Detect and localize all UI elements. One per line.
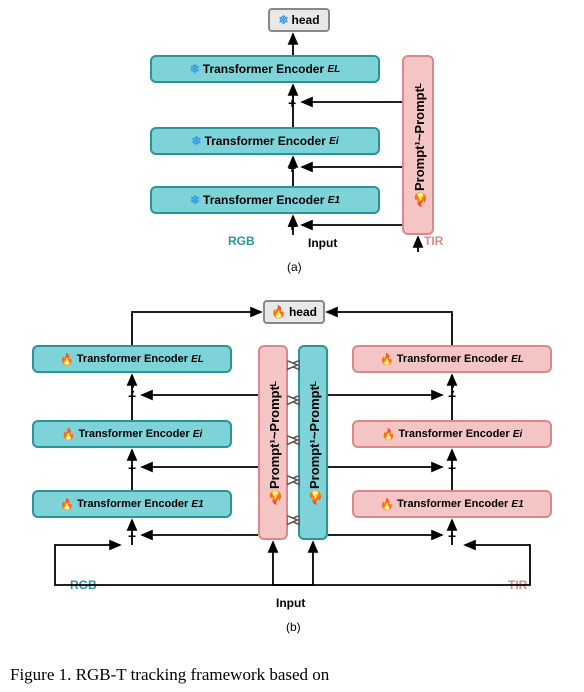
- figure-caption: Figure 1. RGB-T tracking framework based…: [10, 665, 329, 685]
- encoder-i-b-right: 🔥 Transformer Encoder Ei: [352, 420, 552, 448]
- encoder-1-a: ❄ Transformer Encoder E 1: [150, 186, 380, 214]
- enc-idx: 1: [334, 195, 340, 206]
- encoder-L-a: ❄ Transformer Encoder E L: [150, 55, 380, 83]
- fire-icon: 🔥: [60, 353, 74, 366]
- prompt-label: Prompt¹~Promptᴸ: [267, 381, 282, 489]
- enc-text: Transformer Encoder: [203, 62, 324, 76]
- enc-idx: 1: [518, 499, 524, 510]
- fire-icon: 🔥: [267, 489, 282, 505]
- encoder-L-b-right: 🔥 Transformer Encoder EL: [352, 345, 552, 373]
- prompt-label: Prompt¹~Promptᴸ: [307, 381, 322, 489]
- encoder-i-b-left: 🔥 Transformer Encoder Ei: [32, 420, 232, 448]
- tir-label-a: TIR: [424, 234, 443, 248]
- subfig-label-b: (b): [286, 620, 301, 634]
- head-label-a: head: [292, 13, 320, 27]
- head-box-b: 🔥 head: [263, 300, 325, 324]
- enc-idx: L: [518, 354, 524, 365]
- plus-icon: +: [448, 460, 456, 476]
- encoder-i-a: ❄ Transformer Encoder E i: [150, 127, 380, 155]
- plus-icon: +: [128, 388, 136, 404]
- head-label-b: head: [289, 305, 317, 319]
- prompt-right-b: 🔥Prompt¹~Promptᴸ: [298, 345, 328, 540]
- snowflake-icon: ❄: [191, 134, 201, 148]
- fire-icon: 🔥: [382, 428, 396, 441]
- prompt-label: Prompt¹~Promptᴸ: [412, 83, 427, 191]
- plus-icon: +: [288, 95, 296, 111]
- enc-sup: E: [328, 195, 335, 206]
- enc-text: Transformer Encoder: [78, 428, 189, 440]
- plus-icon: +: [288, 218, 296, 234]
- enc-text: Transformer Encoder: [203, 193, 324, 207]
- plus-icon: +: [448, 528, 456, 544]
- fire-icon: 🔥: [60, 498, 74, 511]
- enc-text: Transformer Encoder: [397, 353, 508, 365]
- enc-sup: E: [511, 354, 518, 365]
- enc-idx: i: [519, 429, 522, 440]
- snowflake-icon: ❄: [190, 62, 200, 76]
- enc-sup: E: [513, 429, 520, 440]
- enc-idx: i: [336, 136, 339, 147]
- plus-icon: +: [128, 460, 136, 476]
- figure: ❄ head ❄ Transformer Encoder E L ⋮ ❄ Tra…: [0, 0, 584, 692]
- encoder-1-b-right: 🔥 Transformer Encoder E1: [352, 490, 552, 518]
- rgb-label-b: RGB: [70, 578, 97, 592]
- enc-sup: E: [191, 354, 198, 365]
- prompt-box-a: 🔥Prompt¹~Promptᴸ: [402, 55, 434, 235]
- snowflake-icon: ❄: [278, 13, 288, 27]
- subfig-label-a: (a): [287, 260, 302, 274]
- plus-icon: +: [128, 528, 136, 544]
- fire-icon: 🔥: [307, 489, 322, 505]
- enc-text: Transformer Encoder: [398, 428, 509, 440]
- plus-icon: +: [288, 160, 296, 176]
- enc-sup: E: [329, 136, 336, 147]
- fire-icon: 🔥: [380, 498, 394, 511]
- enc-sup: E: [328, 64, 335, 75]
- plus-icon: +: [448, 388, 456, 404]
- enc-idx: L: [198, 354, 204, 365]
- fire-icon: 🔥: [380, 353, 394, 366]
- head-box-a: ❄ head: [268, 8, 330, 32]
- snowflake-icon: ❄: [190, 193, 200, 207]
- enc-idx: L: [334, 64, 340, 75]
- enc-sup: E: [191, 499, 198, 510]
- encoder-1-b-left: 🔥 Transformer Encoder E1: [32, 490, 232, 518]
- tir-label-b: TIR: [508, 578, 527, 592]
- enc-text: Transformer Encoder: [204, 134, 325, 148]
- enc-sup: E: [193, 429, 200, 440]
- input-label-b: Input: [276, 596, 305, 610]
- enc-text: Transformer Encoder: [77, 353, 188, 365]
- fire-icon: 🔥: [271, 305, 286, 319]
- prompt-left-b: 🔥Prompt¹~Promptᴸ: [258, 345, 288, 540]
- enc-idx: i: [199, 429, 202, 440]
- enc-text: Transformer Encoder: [397, 498, 508, 510]
- fire-icon: 🔥: [62, 428, 76, 441]
- fire-icon: 🔥: [412, 191, 427, 207]
- enc-idx: 1: [198, 499, 204, 510]
- input-label-a: Input: [308, 236, 337, 250]
- enc-sup: E: [511, 499, 518, 510]
- encoder-L-b-left: 🔥 Transformer Encoder EL: [32, 345, 232, 373]
- rgb-label-a: RGB: [228, 234, 255, 248]
- enc-text: Transformer Encoder: [77, 498, 188, 510]
